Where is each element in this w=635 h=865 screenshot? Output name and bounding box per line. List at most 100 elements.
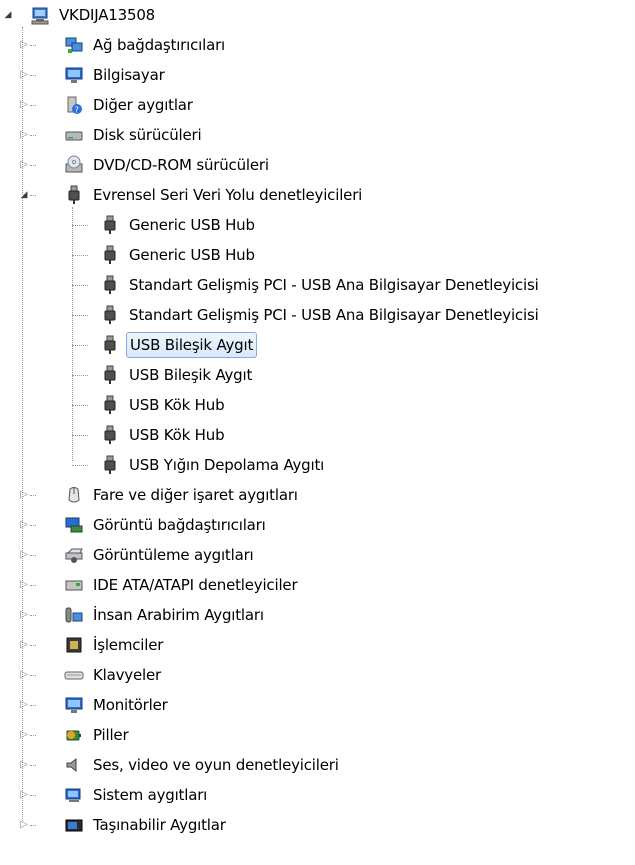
tree-item-label: Ağ bağdaştırıcıları xyxy=(93,36,226,54)
tree-category[interactable]: Monitörler xyxy=(0,691,635,719)
tree-device-item[interactable]: Standart Gelişmiş PCI - USB Ana Bilgisay… xyxy=(0,271,635,299)
expand-arrow-icon[interactable] xyxy=(18,69,30,81)
tree-category[interactable]: İşlemciler xyxy=(0,631,635,659)
usb-plug-icon xyxy=(100,395,120,415)
tree-connector xyxy=(72,225,88,226)
expand-arrow-icon[interactable] xyxy=(18,669,30,681)
tree-item-label: Ses, video ve oyun denetleyicileri xyxy=(93,756,339,774)
expand-arrow-icon[interactable] xyxy=(18,489,30,501)
expand-arrow-icon[interactable] xyxy=(18,519,30,531)
expand-arrow-icon[interactable] xyxy=(18,549,30,561)
system-device-icon xyxy=(64,785,84,805)
tree-connector xyxy=(72,435,88,436)
expand-arrow-icon[interactable] xyxy=(18,729,30,741)
usb-plug-icon xyxy=(100,335,120,355)
tree-category[interactable]: İnsan Arabirim Aygıtları xyxy=(0,601,635,629)
expand-arrow-icon[interactable] xyxy=(18,639,30,651)
expand-arrow-icon[interactable] xyxy=(18,159,30,171)
tree-item-label: Fare ve diğer işaret aygıtları xyxy=(93,486,298,504)
tree-category[interactable]: Görüntü bağdaştırıcıları xyxy=(0,511,635,539)
tree-item-label: USB Bileşik Aygıt xyxy=(126,332,258,358)
expand-arrow-icon[interactable] xyxy=(18,789,30,801)
tree-connector xyxy=(72,207,73,461)
tree-item-label: Piller xyxy=(93,726,129,744)
expand-arrow-icon[interactable] xyxy=(18,699,30,711)
tree-item-label: Taşınabilir Aygıtlar xyxy=(93,816,226,834)
tree-connector xyxy=(30,165,36,166)
tree-connector xyxy=(30,555,36,556)
network-adapter-icon xyxy=(64,35,84,55)
tree-category[interactable]: Piller xyxy=(0,721,635,749)
tree-category[interactable]: Sistem aygıtları xyxy=(0,781,635,809)
device-tree[interactable]: VKDIJA13508 Ağ bağdaştırıcıları Bilgisayar… xyxy=(0,0,635,865)
mouse-icon xyxy=(64,485,84,505)
tree-connector xyxy=(72,345,88,346)
tree-category[interactable]: Bilgisayar xyxy=(0,61,635,89)
tree-category[interactable]: Klavyeler xyxy=(0,661,635,689)
expand-arrow-icon[interactable] xyxy=(18,819,30,831)
tree-item-label: Standart Gelişmiş PCI - USB Ana Bilgisay… xyxy=(129,276,539,294)
tree-device-item[interactable]: Generic USB Hub xyxy=(0,241,635,269)
tree-item-label: USB Bileşik Aygıt xyxy=(129,366,253,384)
tree-item-label: Diğer aygıtlar xyxy=(93,96,193,114)
imaging-device-icon xyxy=(64,545,84,565)
tree-connector xyxy=(30,765,36,766)
expand-arrow-icon[interactable] xyxy=(18,759,30,771)
tree-connector xyxy=(30,705,36,706)
tree-category[interactable]: Taşınabilir Aygıtlar xyxy=(0,811,635,839)
tree-category[interactable]: Ağ bağdaştırıcıları xyxy=(0,31,635,59)
tree-device-item[interactable]: USB Bileşik Aygıt xyxy=(0,361,635,389)
tree-item-label: Evrensel Seri Veri Yolu denetleyicileri xyxy=(93,186,363,204)
tree-category[interactable]: Evrensel Seri Veri Yolu denetleyicileri xyxy=(0,181,635,209)
tree-connector xyxy=(30,645,36,646)
tree-device-item[interactable]: Standart Gelişmiş PCI - USB Ana Bilgisay… xyxy=(0,301,635,329)
monitor-icon xyxy=(64,695,84,715)
tree-item-label: Standart Gelişmiş PCI - USB Ana Bilgisay… xyxy=(129,306,539,324)
tree-item-label: Sistem aygıtları xyxy=(93,786,208,804)
tree-root[interactable]: VKDIJA13508 xyxy=(0,1,635,29)
usb-plug-icon xyxy=(100,275,120,295)
tree-connector xyxy=(72,375,88,376)
tree-device-item[interactable]: USB Kök Hub xyxy=(0,421,635,449)
portable-device-icon xyxy=(64,815,84,835)
tree-connector xyxy=(30,585,36,586)
tree-connector xyxy=(72,405,88,406)
tree-item-label: İşlemciler xyxy=(93,636,164,654)
expand-arrow-icon[interactable] xyxy=(18,579,30,591)
tree-category[interactable]: Ses, video ve oyun denetleyicileri xyxy=(0,751,635,779)
tree-device-item[interactable]: USB Yığın Depolama Aygıtı xyxy=(0,451,635,479)
expand-arrow-icon[interactable] xyxy=(18,39,30,51)
tree-device-item[interactable]: USB Kök Hub xyxy=(0,391,635,419)
tree-connector xyxy=(72,255,88,256)
tree-category[interactable]: DVD/CD-ROM sürücüleri xyxy=(0,151,635,179)
usb-plug-icon xyxy=(64,185,84,205)
tree-category[interactable]: Fare ve diğer işaret aygıtları xyxy=(0,481,635,509)
svg-text:?: ? xyxy=(75,106,79,115)
tree-connector xyxy=(30,675,36,676)
computer-icon xyxy=(30,5,50,25)
tree-category[interactable]: Görüntüleme aygıtları xyxy=(0,541,635,569)
hid-icon xyxy=(64,605,84,625)
tree-category[interactable]: ? Diğer aygıtlar xyxy=(0,91,635,119)
disk-drive-icon xyxy=(64,125,84,145)
tree-connector xyxy=(30,525,36,526)
tree-category[interactable]: Disk sürücüleri xyxy=(0,121,635,149)
usb-plug-icon xyxy=(100,365,120,385)
tree-item-label: Disk sürücüleri xyxy=(93,126,202,144)
collapse-arrow-icon[interactable] xyxy=(2,9,14,21)
collapse-arrow-icon[interactable] xyxy=(18,189,30,201)
processor-icon xyxy=(64,635,84,655)
tree-connector xyxy=(30,195,36,196)
tree-item-label: USB Kök Hub xyxy=(129,396,225,414)
expand-arrow-icon[interactable] xyxy=(18,129,30,141)
tree-device-item[interactable]: USB Bileşik Aygıt xyxy=(0,331,635,359)
expand-arrow-icon[interactable] xyxy=(18,609,30,621)
tree-device-item[interactable]: Generic USB Hub xyxy=(0,211,635,239)
tree-connector xyxy=(72,315,88,316)
tree-item-label: İnsan Arabirim Aygıtları xyxy=(93,606,264,624)
tree-connector xyxy=(30,105,36,106)
expand-arrow-icon[interactable] xyxy=(18,99,30,111)
tree-category[interactable]: IDE ATA/ATAPI denetleyiciler xyxy=(0,571,635,599)
tree-connector xyxy=(30,495,36,496)
tree-item-label: USB Yığın Depolama Aygıtı xyxy=(129,456,325,474)
